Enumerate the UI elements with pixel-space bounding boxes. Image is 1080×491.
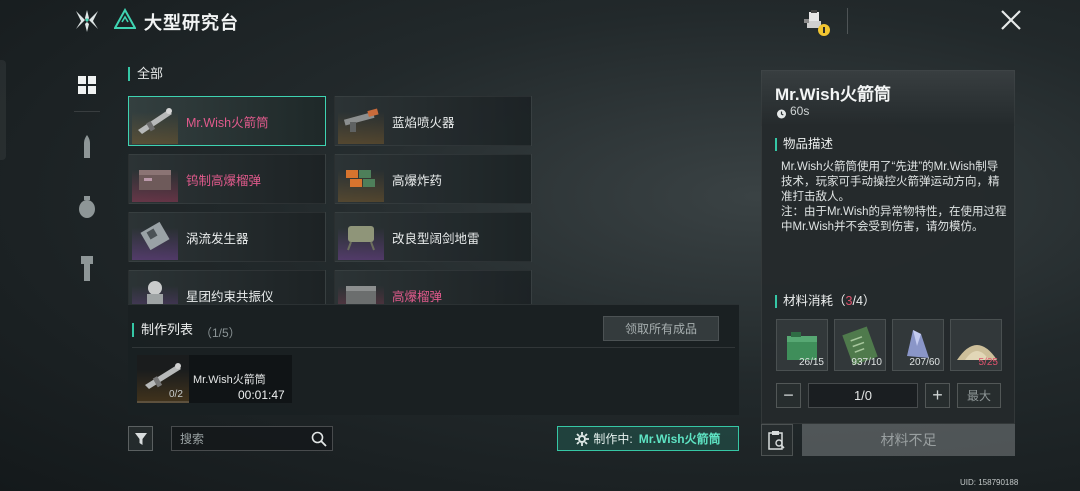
craft-list-divider — [132, 347, 735, 348]
decrease-button[interactable]: − — [776, 383, 801, 408]
flamethrower-icon — [338, 98, 384, 144]
crafting-status-button[interactable]: 制作中: Mr.Wish火箭筒 — [557, 426, 739, 451]
explosive-icon — [338, 156, 384, 202]
status-label: 制作中: — [593, 432, 633, 446]
item-name: 高爆榴弹 — [392, 289, 443, 304]
side-drawer-handle[interactable] — [0, 60, 6, 160]
status-value: Mr.Wish火箭筒 — [638, 432, 721, 446]
materials-label: 材料消耗（3/4） — [775, 295, 875, 308]
grenade-box-icon — [132, 156, 178, 202]
user-id: UID: 158790188 — [960, 478, 1019, 487]
item-name: 涡流发生器 — [186, 231, 249, 246]
item-name: 改良型阔剑地雷 — [392, 231, 480, 246]
search-input[interactable] — [180, 430, 306, 448]
increase-button[interactable]: + — [925, 383, 950, 408]
craft-button[interactable]: 材料不足 — [802, 424, 1015, 456]
item-name: 星团约束共振仪 — [186, 289, 274, 304]
material-quantity: 207/60 — [909, 357, 940, 368]
recipe-checklist-button[interactable] — [761, 424, 793, 456]
craft-duration: 60s — [790, 104, 810, 118]
item-card[interactable]: 改良型阔剑地雷 — [334, 212, 532, 262]
close-button[interactable] — [996, 5, 1026, 35]
item-card[interactable]: 高爆榴弹 — [334, 270, 532, 304]
gear-icon — [575, 431, 590, 446]
category-ammo-icon[interactable] — [70, 130, 104, 164]
material-slot[interactable]: 5/25 — [950, 319, 1002, 371]
filter-button[interactable] — [128, 426, 153, 451]
max-button[interactable]: 最大 — [957, 383, 1001, 408]
item-card[interactable]: 蓝焰喷火器 — [334, 96, 532, 146]
vortex-generator-icon — [132, 214, 178, 260]
nav-divider — [74, 111, 100, 112]
game-logo-icon — [74, 8, 100, 34]
item-description: Mr.Wish火箭筒使用了“先进”的Mr.Wish制导技术，玩家可手动操控火箭弹… — [781, 160, 1007, 235]
craft-queue-progress: 0/2 — [169, 389, 183, 400]
category-label: 全部 — [128, 67, 163, 81]
resonator-icon — [132, 272, 178, 304]
filter-icon — [134, 432, 147, 445]
craft-progress-bar — [137, 401, 189, 403]
description-line: 注：由于Mr.Wish的异常物特性，在使用过程中Mr.Wish并不会受到伤害，请… — [781, 206, 1007, 233]
item-name: 高爆炸药 — [392, 173, 443, 188]
material-slot[interactable]: 207/60 — [892, 319, 944, 371]
workbench-icon — [113, 7, 137, 30]
material-slot[interactable]: 26/15 — [776, 319, 828, 371]
craft-list-count: （1/5） — [200, 326, 241, 340]
item-card[interactable]: 涡流发生器 — [128, 212, 326, 262]
materials-open: （ — [833, 294, 846, 308]
claymore-mine-icon — [338, 214, 384, 260]
item-card[interactable]: 钨制高爆榴弹 — [128, 154, 326, 204]
page-title: 大型研究台 — [144, 13, 239, 33]
clipboard-search-icon — [768, 431, 785, 450]
craft-queue-name: Mr.Wish火箭筒 — [193, 374, 266, 386]
category-tool-icon[interactable] — [70, 252, 104, 286]
craft-queue-timer: 00:01:47 — [238, 388, 285, 402]
item-card[interactable]: 星团约束共振仪 — [128, 270, 326, 304]
material-quantity: 5/25 — [978, 357, 998, 368]
item-name: 钨制高爆榴弹 — [186, 173, 262, 188]
item-name: Mr.Wish火箭筒 — [186, 115, 269, 130]
detail-title: Mr.Wish火箭筒 — [775, 85, 892, 104]
timer-icon — [776, 106, 787, 119]
material-quantity: 26/15 — [798, 357, 824, 368]
search-field[interactable] — [171, 426, 333, 451]
search-icon[interactable] — [310, 430, 328, 448]
item-card[interactable]: 高爆炸药 — [334, 154, 532, 204]
category-all-icon[interactable] — [70, 68, 104, 102]
companion-avatar-icon[interactable] — [800, 6, 832, 38]
description-label: 物品描述 — [775, 138, 833, 151]
description-line: Mr.Wish火箭筒使用了“先进”的Mr.Wish制导技术，玩家可手动操控火箭弹… — [781, 161, 1000, 203]
craft-list-title: 制作列表 — [132, 323, 193, 337]
quantity-field[interactable]: 1/0 — [808, 383, 918, 408]
item-name: 蓝焰喷火器 — [392, 115, 455, 130]
grenade-case-icon — [338, 272, 384, 304]
collect-all-button[interactable]: 领取所有成品 — [603, 316, 719, 341]
materials-title: 材料消耗 — [783, 294, 834, 308]
material-quantity: 937/10 — [851, 357, 882, 368]
materials-total: /4） — [852, 294, 876, 308]
rocket-launcher-icon — [132, 98, 178, 144]
item-card[interactable]: Mr.Wish火箭筒 — [128, 96, 326, 146]
category-grenade-icon[interactable] — [70, 190, 104, 224]
material-slot[interactable]: 937/10 — [834, 319, 886, 371]
header-divider — [847, 8, 848, 34]
item-grid: Mr.Wish火箭筒 蓝焰喷火器钨制高爆榴弹 高爆炸药涡流发生器 改良型阔剑地雷星团约… — [128, 96, 534, 304]
